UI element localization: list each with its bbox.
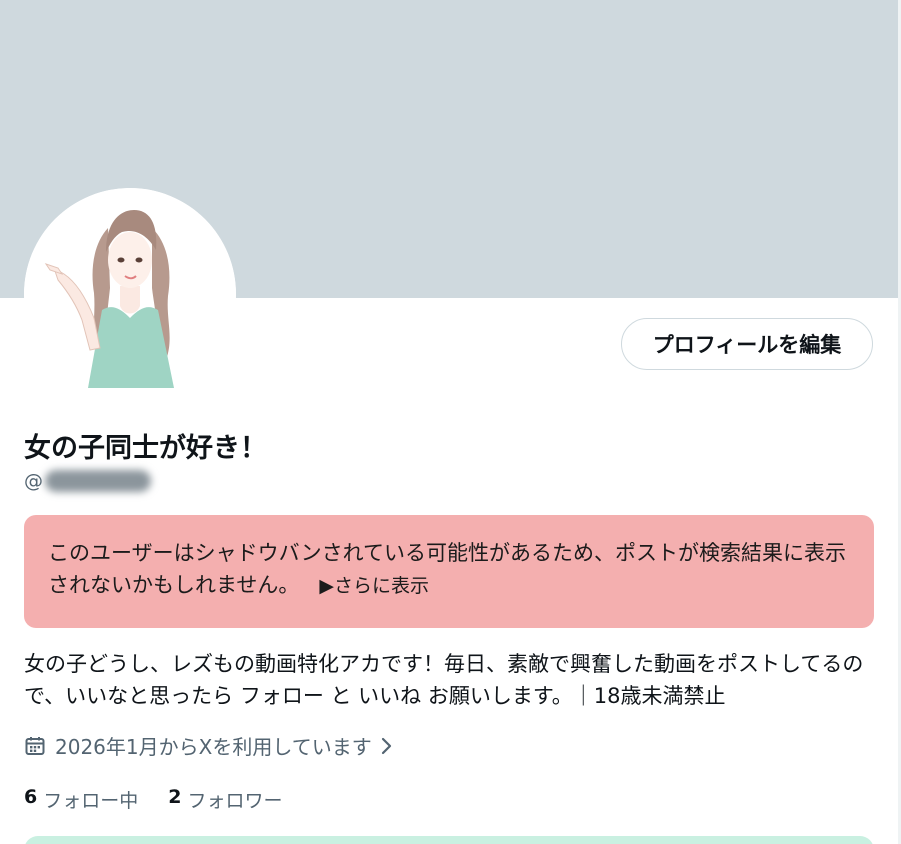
handle-prefix: @ — [24, 470, 43, 492]
following-count: 6 — [24, 786, 38, 808]
join-date-text: 2026年1月からXを利用しています — [55, 735, 372, 759]
follow-stats: 6 フォロー中 2 フォロワー — [24, 786, 283, 813]
profile-page: プロフィールを編集 女の子同士が好き！ @ このユーザーはシャドウバンされている… — [0, 0, 901, 844]
profile-bio: 女の子どうし、レズもの動画特化アカです！毎日、素敵で興奮した動画をポストしてるの… — [24, 652, 864, 708]
show-more-link[interactable]: ▶さらに表示 — [319, 575, 429, 597]
join-date: 2026年1月からXを利用しています — [24, 731, 394, 760]
shadowban-warning: このユーザーはシャドウバンされている可能性があるため、ポストが検索結果に表示され… — [24, 515, 874, 628]
avatar[interactable] — [24, 188, 236, 400]
followers-label: フォロワー — [187, 790, 283, 812]
user-handle: @ — [24, 470, 151, 492]
chevron-right-icon[interactable] — [378, 735, 394, 757]
following-label: フォロー中 — [43, 790, 139, 812]
followers-count: 2 — [168, 786, 182, 808]
followers-link[interactable]: 2 フォロワー — [168, 786, 282, 813]
warning-text: このユーザーはシャドウバンされている可能性があるため、ポストが検索結果に表示され… — [48, 541, 846, 597]
edit-profile-button[interactable]: プロフィールを編集 — [621, 318, 873, 370]
info-card — [24, 836, 874, 844]
display-name: 女の子同士が好き！ — [24, 433, 267, 464]
following-link[interactable]: 6 フォロー中 — [24, 786, 138, 813]
calendar-icon — [24, 735, 46, 757]
handle-redacted — [45, 470, 151, 492]
